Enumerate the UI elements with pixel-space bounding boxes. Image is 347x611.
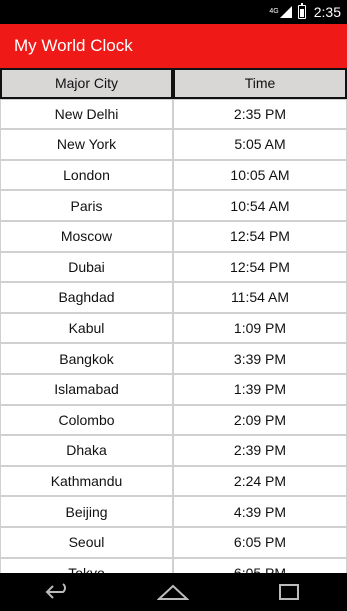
status-bar: 4G 2:35	[0, 0, 347, 24]
time-cell: 2:35 PM	[173, 98, 347, 130]
table-row: Bangkok 3:39 PM	[0, 343, 347, 374]
table-row: London 10:05 AM	[0, 159, 347, 191]
navigation-bar	[0, 573, 347, 611]
time-cell: 4:39 PM	[173, 496, 347, 527]
city-cell: Dhaka	[0, 435, 173, 466]
table-row: Beijing 4:39 PM	[0, 496, 347, 527]
status-time: 2:35	[313, 4, 341, 20]
table-row: Moscow 12:54 PM	[0, 220, 347, 252]
city-cell: Beijing	[0, 496, 173, 527]
table-row: New York 5:05 AM	[0, 129, 347, 160]
time-cell: 1:09 PM	[173, 312, 347, 344]
column-header-city: Major City	[0, 68, 173, 99]
recents-icon	[279, 584, 300, 600]
time-cell: 5:05 AM	[173, 129, 347, 160]
time-cell: 6:05 PM	[173, 557, 347, 573]
home-icon	[157, 584, 190, 600]
table-row: Kathmandu 2:24 PM	[0, 465, 347, 497]
city-cell: Paris	[0, 190, 173, 221]
time-cell: 10:54 AM	[173, 190, 347, 221]
city-cell: Colombo	[0, 404, 173, 436]
city-cell: Tokyo	[0, 557, 173, 573]
city-cell: Kathmandu	[0, 465, 173, 497]
city-cell: New Delhi	[0, 98, 173, 130]
table-row: Dhaka 2:39 PM	[0, 435, 347, 466]
table-row: Paris 10:54 AM	[0, 190, 347, 221]
table-row: Colombo 2:09 PM	[0, 404, 347, 436]
city-cell: London	[0, 159, 173, 191]
table-row: Islamabad 1:39 PM	[0, 373, 347, 405]
city-cell: Islamabad	[0, 373, 173, 405]
time-cell: 11:54 AM	[173, 282, 347, 313]
city-cell: Dubai	[0, 251, 173, 283]
city-cell: Seoul	[0, 526, 173, 558]
table-header-row: Major City Time	[0, 68, 347, 99]
table-row: New Delhi 2:35 PM	[0, 98, 347, 130]
city-cell: Bangkok	[0, 343, 173, 374]
city-cell: Moscow	[0, 220, 173, 252]
network-type-label: 4G	[269, 8, 279, 15]
time-cell: 2:24 PM	[173, 465, 347, 497]
home-button[interactable]	[153, 580, 193, 604]
time-cell: 10:05 AM	[173, 159, 347, 191]
time-cell: 2:39 PM	[173, 435, 347, 466]
city-cell: Baghdad	[0, 282, 173, 313]
world-clock-table[interactable]: Major City Time New Delhi 2:35 PM New York…	[0, 68, 347, 573]
table-row: Seoul 6:05 PM	[0, 526, 347, 558]
time-cell: 12:54 PM	[173, 251, 347, 283]
time-cell: 12:54 PM	[173, 220, 347, 252]
app-bar: My World Clock	[0, 24, 347, 68]
time-cell: 6:05 PM	[173, 526, 347, 558]
table-row: Tokyo 6:05 PM	[0, 557, 347, 573]
table-row: Baghdad 11:54 AM	[0, 282, 347, 313]
city-cell: New York	[0, 129, 173, 160]
time-cell: 1:39 PM	[173, 373, 347, 405]
city-cell: Kabul	[0, 312, 173, 344]
app-title: My World Clock	[14, 36, 133, 55]
back-button[interactable]	[38, 580, 78, 604]
back-icon	[45, 583, 66, 599]
time-cell: 2:09 PM	[173, 404, 347, 436]
table-row: Dubai 12:54 PM	[0, 251, 347, 283]
column-header-time: Time	[173, 68, 347, 99]
table-row: Kabul 1:09 PM	[0, 312, 347, 344]
cell-signal-icon: 4G	[269, 6, 292, 18]
battery-icon	[297, 3, 306, 19]
time-cell: 3:39 PM	[173, 343, 347, 374]
recents-button[interactable]	[269, 580, 309, 604]
